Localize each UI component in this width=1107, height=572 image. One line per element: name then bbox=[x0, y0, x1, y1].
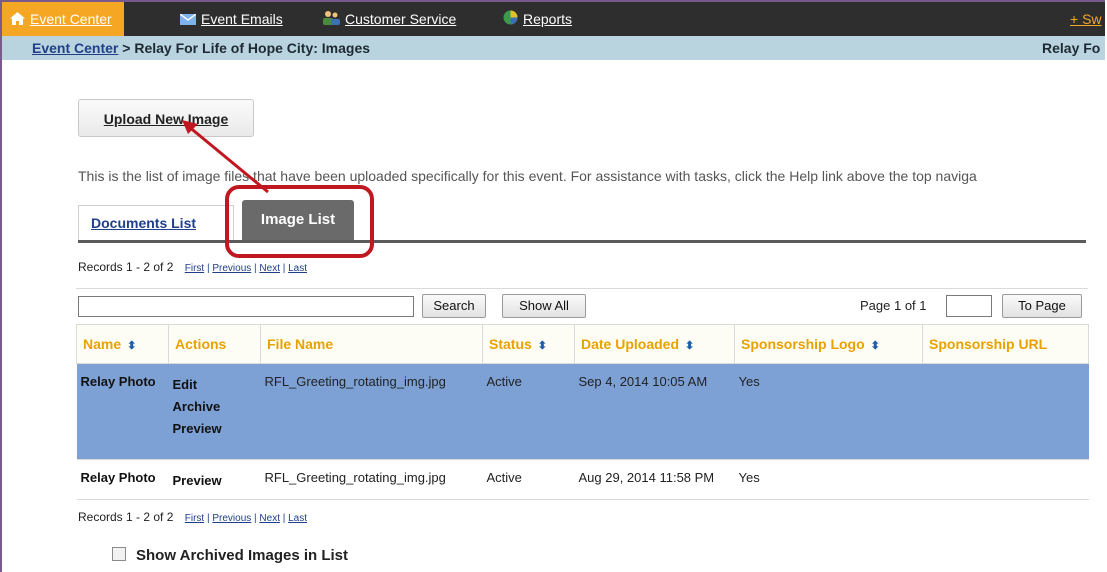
sort-icon[interactable]: ⬍ bbox=[127, 340, 136, 352]
images-table: Name ⬍ Actions File Name Status ⬍ Date Upl… bbox=[76, 324, 1089, 500]
pager-first-link[interactable]: First bbox=[185, 263, 204, 274]
nav-customer-service-label: Customer Service bbox=[345, 11, 457, 27]
page-indicator: Page 1 of 1 bbox=[860, 298, 927, 313]
records-summary: Records 1 - 2 of 2 bbox=[78, 260, 174, 274]
table-row[interactable]: Relay Photo Edit Archive Preview RFL_Gre… bbox=[76, 363, 1089, 460]
records-pager-bottom: Records 1 - 2 of 2 First | Previous | Ne… bbox=[78, 510, 307, 524]
nav-event-center-label: Event Center bbox=[30, 11, 112, 27]
cell-date-uploaded: Aug 29, 2014 11:58 PM bbox=[574, 459, 735, 500]
cell-actions: Preview bbox=[168, 459, 261, 500]
pager-last-link[interactable]: Last bbox=[288, 263, 307, 274]
preview-action-link[interactable]: Preview bbox=[173, 470, 257, 492]
nav-reports[interactable]: Reports bbox=[503, 2, 572, 36]
top-navigation: Event Center Event Emails Customer Servi… bbox=[2, 2, 1105, 36]
show-archived-checkbox-row[interactable]: Show Archived Images in List bbox=[112, 547, 348, 564]
sort-icon[interactable]: ⬍ bbox=[685, 340, 694, 352]
edit-action-link[interactable]: Edit bbox=[173, 374, 257, 396]
home-icon bbox=[10, 3, 25, 37]
column-header-file-name: File Name bbox=[260, 324, 483, 364]
pager-separator: | bbox=[279, 263, 289, 274]
pager-next-link[interactable]: Next bbox=[259, 513, 280, 524]
show-archived-label: Show Archived Images in List bbox=[136, 547, 348, 564]
annotation-arrow-icon bbox=[182, 120, 269, 194]
cell-sponsorship-url bbox=[922, 459, 1089, 500]
nav-event-emails[interactable]: Event Emails bbox=[179, 2, 283, 37]
breadcrumb-right-title: Relay Fo bbox=[1042, 40, 1101, 56]
records-pager-top: Records 1 - 2 of 2 First | Previous | Ne… bbox=[78, 260, 307, 274]
nav-event-emails-label: Event Emails bbox=[201, 11, 283, 27]
cell-file-name: RFL_Greeting_rotating_img.jpg bbox=[260, 363, 483, 460]
cell-sponsorship-logo: Yes bbox=[734, 459, 923, 500]
mail-icon bbox=[179, 3, 197, 37]
sort-icon[interactable]: ⬍ bbox=[871, 340, 880, 352]
records-summary: Records 1 - 2 of 2 bbox=[78, 510, 174, 524]
table-header-row: Name ⬍ Actions File Name Status ⬍ Date Upl… bbox=[76, 324, 1089, 364]
show-all-button[interactable]: Show All bbox=[502, 294, 586, 318]
pager-previous-link[interactable]: Previous bbox=[212, 263, 251, 274]
cell-sponsorship-logo: Yes bbox=[734, 363, 923, 460]
nav-reports-label: Reports bbox=[523, 11, 573, 27]
nav-switch-link[interactable]: + Sw bbox=[1070, 2, 1102, 36]
cell-status: Active bbox=[482, 459, 575, 500]
preview-action-link[interactable]: Preview bbox=[173, 418, 257, 440]
search-button[interactable]: Search bbox=[422, 294, 486, 318]
nav-event-center[interactable]: Event Center bbox=[2, 2, 124, 36]
breadcrumb-event-center-link[interactable]: Event Center bbox=[32, 40, 118, 56]
cell-file-name: RFL_Greeting_rotating_img.jpg bbox=[260, 459, 483, 500]
archive-action-link[interactable]: Archive bbox=[173, 396, 257, 418]
chart-icon bbox=[503, 3, 518, 37]
pager-previous-link[interactable]: Previous bbox=[212, 513, 251, 524]
column-header-date-uploaded[interactable]: Date Uploaded ⬍ bbox=[574, 324, 735, 364]
pager-next-link[interactable]: Next bbox=[259, 263, 280, 274]
breadcrumb-current: Relay For Life of Hope City: Images bbox=[134, 40, 371, 56]
cell-date-uploaded: Sep 4, 2014 10:05 AM bbox=[574, 363, 735, 460]
column-header-actions: Actions bbox=[168, 324, 261, 364]
cell-actions: Edit Archive Preview bbox=[168, 363, 261, 460]
column-header-status[interactable]: Status ⬍ bbox=[482, 324, 575, 364]
search-input[interactable] bbox=[78, 296, 414, 317]
show-archived-checkbox[interactable] bbox=[112, 547, 126, 561]
people-icon bbox=[322, 3, 340, 37]
pager-first-link[interactable]: First bbox=[185, 513, 204, 524]
column-header-sponsorship-url: Sponsorship URL bbox=[922, 324, 1089, 364]
table-row[interactable]: Relay Photo Preview RFL_Greeting_rotatin… bbox=[76, 459, 1089, 500]
page-number-input[interactable] bbox=[946, 295, 992, 317]
pager-last-link[interactable]: Last bbox=[288, 513, 307, 524]
app-window: Event Center Event Emails Customer Servi… bbox=[0, 0, 1105, 572]
pager-separator: | bbox=[279, 513, 289, 524]
cell-name: Relay Photo bbox=[76, 459, 169, 500]
tab-documents-list-label: Documents List bbox=[91, 215, 197, 231]
cell-name: Relay Photo bbox=[76, 363, 169, 460]
cell-sponsorship-url bbox=[922, 363, 1089, 460]
cell-status: Active bbox=[482, 363, 575, 460]
breadcrumb-separator: > bbox=[118, 40, 135, 56]
column-header-name[interactable]: Name ⬍ bbox=[76, 324, 169, 364]
column-header-sponsorship-logo[interactable]: Sponsorship Logo ⬍ bbox=[734, 324, 923, 364]
breadcrumb: Event Center > Relay For Life of Hope Ci… bbox=[2, 36, 1105, 60]
nav-customer-service[interactable]: Customer Service bbox=[322, 2, 456, 36]
to-page-button[interactable]: To Page bbox=[1002, 294, 1082, 318]
table-toolbar: Search Show All Page 1 of 1 To Page bbox=[76, 288, 1088, 325]
sort-icon[interactable]: ⬍ bbox=[538, 340, 547, 352]
tab-documents-list[interactable]: Documents List bbox=[78, 205, 234, 240]
